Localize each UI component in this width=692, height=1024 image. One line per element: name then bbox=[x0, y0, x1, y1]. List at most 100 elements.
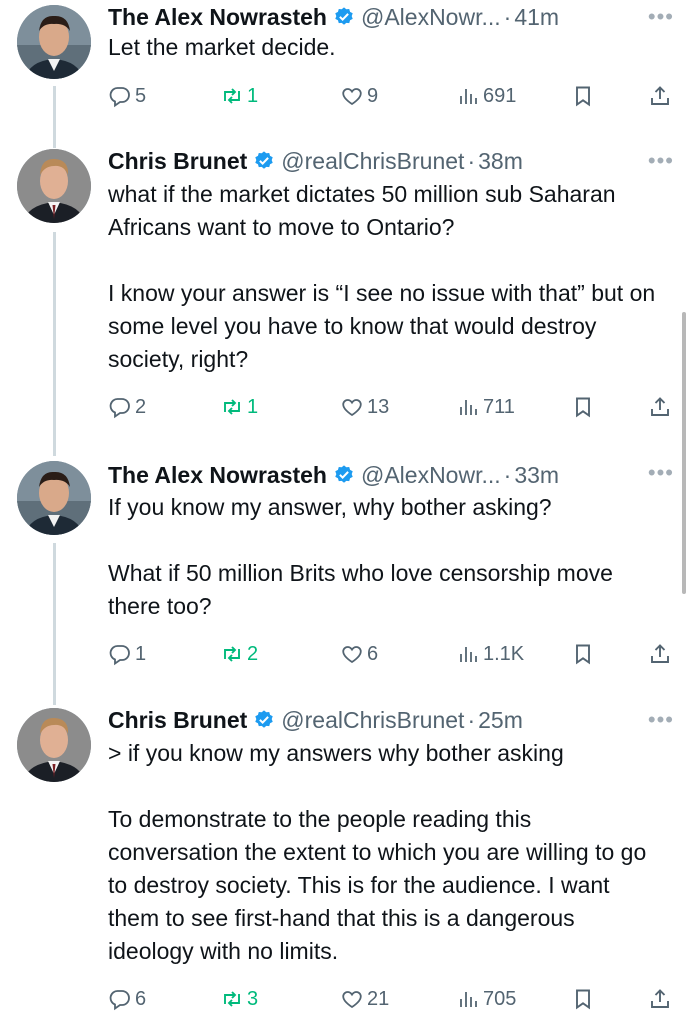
avatar[interactable] bbox=[17, 5, 91, 79]
retweet-button[interactable]: 3 bbox=[220, 984, 258, 1014]
retweet-button[interactable]: 1 bbox=[220, 81, 258, 111]
tweet-paragraph: What if 50 million Brits who love censor… bbox=[108, 560, 613, 619]
retweet-button[interactable]: 2 bbox=[220, 639, 258, 669]
retweet-count: 1 bbox=[247, 395, 259, 418]
timestamp[interactable]: 41m bbox=[514, 4, 559, 31]
bookmark-button[interactable] bbox=[571, 81, 598, 111]
bookmark-button[interactable] bbox=[571, 392, 598, 422]
author-name[interactable]: Chris Brunet bbox=[108, 148, 247, 175]
author-handle[interactable]: @realChrisBrunet bbox=[281, 707, 464, 734]
share-button[interactable] bbox=[648, 639, 675, 669]
author-name[interactable]: The Alex Nowrasteh bbox=[108, 4, 327, 31]
conversation-thread: The Alex Nowrasteh @AlexNowr... · 41m ••… bbox=[0, 0, 692, 1024]
views-button[interactable]: 705 bbox=[456, 984, 516, 1014]
separator-dot: · bbox=[503, 461, 512, 488]
retweet-icon bbox=[224, 646, 240, 662]
reply-count: 1 bbox=[135, 642, 147, 665]
timestamp[interactable]: 38m bbox=[478, 148, 523, 175]
like-icon bbox=[342, 399, 362, 417]
like-button[interactable]: 9 bbox=[340, 81, 378, 111]
action-bar: 5 1 9 691 bbox=[108, 81, 678, 111]
reply-count: 5 bbox=[135, 84, 147, 107]
tweet[interactable]: The Alex Nowrasteh @AlexNowr... · 41m ••… bbox=[0, 0, 692, 130]
tweet-text: If you know my answer, why bother asking… bbox=[108, 491, 662, 623]
share-button[interactable] bbox=[648, 81, 675, 111]
author-handle[interactable]: @realChrisBrunet bbox=[281, 148, 464, 175]
author-name[interactable]: The Alex Nowrasteh bbox=[108, 462, 327, 489]
bookmark-icon bbox=[576, 989, 590, 1010]
bookmark-button[interactable] bbox=[571, 639, 598, 669]
reply-icon bbox=[109, 645, 130, 666]
views-icon bbox=[460, 647, 477, 662]
action-bar: 1 2 6 1.1K bbox=[108, 639, 678, 669]
like-button[interactable]: 6 bbox=[340, 639, 378, 669]
tweet-paragraph: Let the market decide. bbox=[108, 34, 336, 60]
views-button[interactable]: 691 bbox=[456, 81, 516, 111]
more-icon[interactable]: ••• bbox=[648, 705, 674, 735]
tweet-paragraph: I know your answer is “I see no issue wi… bbox=[108, 280, 656, 372]
bookmark-button[interactable] bbox=[571, 984, 598, 1014]
like-button[interactable]: 21 bbox=[340, 984, 389, 1014]
tweet[interactable]: The Alex Nowrasteh @AlexNowr... · 33m ••… bbox=[0, 456, 692, 676]
more-icon[interactable]: ••• bbox=[648, 2, 674, 32]
share-icon bbox=[651, 397, 669, 416]
retweet-icon bbox=[224, 991, 240, 1007]
avatar[interactable] bbox=[17, 461, 91, 535]
tweet-text: > if you know my answers why bother aski… bbox=[108, 737, 662, 968]
reply-icon bbox=[109, 990, 130, 1011]
author-handle[interactable]: @AlexNowr... bbox=[361, 462, 501, 489]
reply-button[interactable]: 5 bbox=[108, 81, 146, 111]
timestamp[interactable]: 33m bbox=[514, 462, 559, 489]
like-icon bbox=[342, 991, 362, 1009]
tweet-paragraph: If you know my answer, why bother asking… bbox=[108, 494, 552, 520]
reply-button[interactable]: 1 bbox=[108, 639, 146, 669]
share-button[interactable] bbox=[648, 392, 675, 422]
avatar-alex-image bbox=[17, 5, 91, 79]
more-icon[interactable]: ••• bbox=[648, 146, 674, 176]
like-icon bbox=[342, 88, 362, 106]
retweet-button[interactable]: 1 bbox=[220, 392, 258, 422]
like-button[interactable]: 13 bbox=[340, 392, 389, 422]
share-icon bbox=[651, 86, 669, 105]
avatar-chris-image bbox=[17, 149, 91, 223]
view-count: 691 bbox=[483, 84, 517, 107]
reply-button[interactable]: 6 bbox=[108, 984, 146, 1014]
share-button[interactable] bbox=[648, 984, 675, 1014]
action-bar: 2 1 13 711 bbox=[108, 392, 678, 422]
views-button[interactable]: 1.1K bbox=[456, 639, 524, 669]
bookmark-icon bbox=[576, 644, 590, 665]
avatar[interactable] bbox=[17, 708, 91, 782]
share-icon bbox=[651, 644, 669, 663]
like-count: 13 bbox=[367, 395, 390, 418]
scrollbar[interactable] bbox=[682, 312, 686, 594]
tweet-text: what if the market dictates 50 million s… bbox=[108, 178, 662, 376]
timestamp[interactable]: 25m bbox=[478, 707, 523, 734]
avatar[interactable] bbox=[17, 149, 91, 223]
view-count: 1.1K bbox=[483, 642, 525, 665]
reply-button[interactable]: 2 bbox=[108, 392, 146, 422]
views-icon bbox=[460, 992, 477, 1007]
author-handle[interactable]: @AlexNowr... bbox=[361, 4, 501, 31]
tweet-paragraph: To demonstrate to the people reading thi… bbox=[108, 806, 647, 964]
retweet-count: 2 bbox=[247, 642, 259, 665]
separator-dot: · bbox=[467, 706, 476, 733]
action-bar: 6 3 21 705 bbox=[108, 984, 678, 1014]
reply-count: 2 bbox=[135, 395, 147, 418]
tweet-paragraph: what if the market dictates 50 million s… bbox=[108, 181, 616, 240]
reply-icon bbox=[109, 398, 130, 419]
views-button[interactable]: 711 bbox=[456, 392, 515, 422]
share-icon bbox=[651, 989, 669, 1008]
tweet[interactable]: Chris Brunet @realChrisBrunet · 38m ••• … bbox=[0, 144, 692, 434]
more-icon[interactable]: ••• bbox=[648, 458, 674, 488]
avatar-chris-image bbox=[17, 708, 91, 782]
author-name[interactable]: Chris Brunet bbox=[108, 707, 247, 734]
verified-icon bbox=[253, 709, 275, 731]
retweet-count: 1 bbox=[247, 84, 259, 107]
avatar-alex-image bbox=[17, 461, 91, 535]
like-count: 21 bbox=[367, 987, 390, 1010]
tweet[interactable]: Chris Brunet @realChrisBrunet · 25m ••• … bbox=[0, 703, 692, 1024]
like-count: 6 bbox=[367, 642, 379, 665]
retweet-icon bbox=[224, 88, 240, 104]
verified-icon bbox=[333, 464, 355, 486]
view-count: 705 bbox=[483, 987, 517, 1010]
